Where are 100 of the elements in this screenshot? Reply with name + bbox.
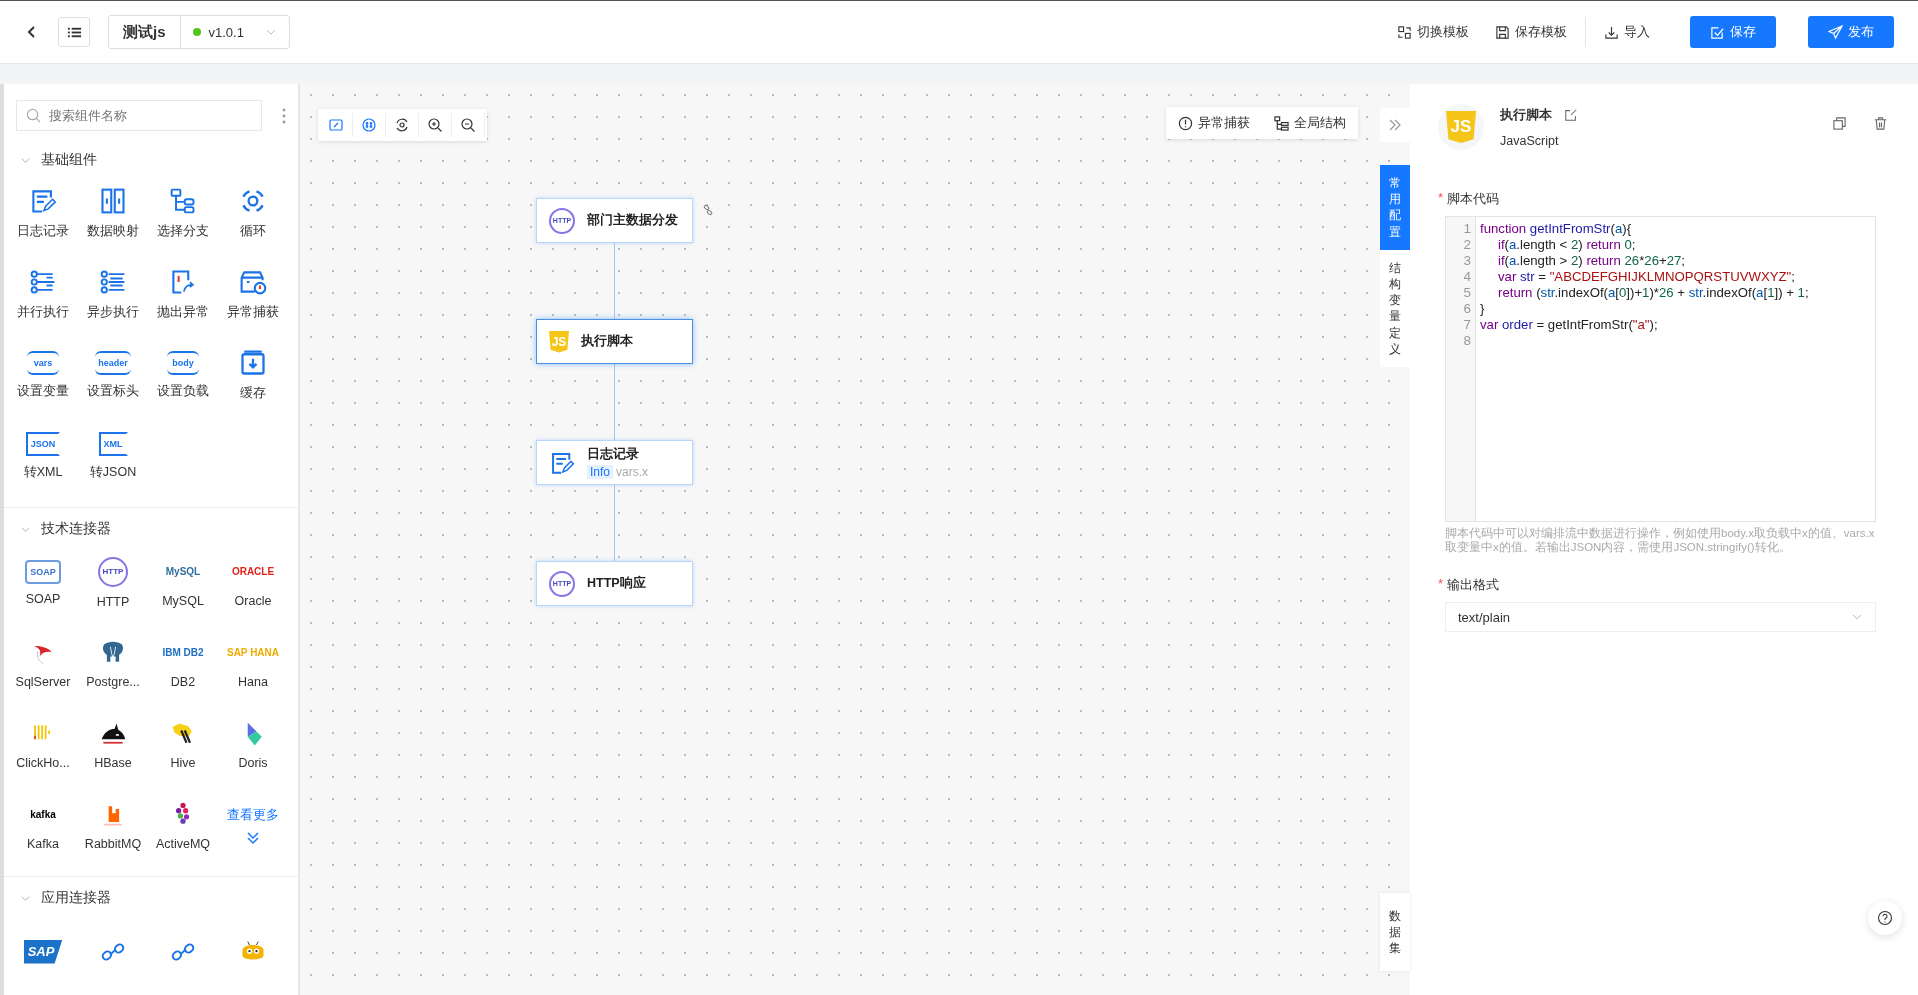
search-icon: [26, 108, 41, 123]
component-label[interactable]: ClickHo...: [16, 755, 70, 770]
logo[interactable]: ORACLE: [231, 557, 275, 586]
branch-icon[interactable]: [169, 187, 197, 215]
panel-title: 执行脚本: [1500, 106, 1552, 124]
js-icon: JS: [549, 330, 569, 353]
floppy-icon: [1495, 24, 1510, 40]
logo[interactable]: kafka: [30, 800, 56, 829]
logo[interactable]: IBM DB2: [162, 638, 204, 667]
more-icon[interactable]: [282, 107, 286, 124]
js-icon: JS: [1446, 111, 1476, 143]
help-icon: [1877, 910, 1893, 926]
code-line: function getIntFromStr(a){: [1480, 221, 1632, 236]
flow-node[interactable]: JS 执行脚本: [536, 319, 693, 364]
component-label[interactable]: 设置变量: [17, 383, 69, 400]
logo[interactable]: SAP: [23, 939, 63, 964]
component-label[interactable]: 设置标头: [87, 383, 139, 400]
component-label[interactable]: MySQL: [162, 593, 204, 608]
flow-node[interactable]: 日志记录 Info vars.x: [536, 440, 693, 485]
search-field[interactable]: 搜索组件名称: [16, 100, 262, 131]
code-editor[interactable]: [1445, 216, 1876, 522]
required-icon: *: [1438, 576, 1444, 594]
line-number: 5: [1463, 285, 1471, 301]
notepad-icon[interactable]: [29, 187, 57, 215]
component-label[interactable]: HBase: [94, 755, 132, 770]
box-icon[interactable]: [239, 268, 267, 296]
component-label[interactable]: 转XML: [23, 464, 63, 481]
alert-icon: [1178, 115, 1193, 131]
code-line: if(a.length < 2) return 0;: [1498, 237, 1636, 253]
component-label[interactable]: ActiveMQ: [155, 836, 211, 851]
toolbar-button[interactable]: 导入: [1596, 16, 1658, 48]
node-title: HTTP响应: [587, 575, 646, 592]
field-label: 输出格式: [1447, 576, 1500, 594]
toolbar-button[interactable]: 全局结构: [1262, 107, 1358, 139]
list-icon[interactable]: [29, 268, 57, 296]
action-button[interactable]: 发布: [1808, 16, 1894, 48]
trash-icon[interactable]: [1873, 116, 1888, 131]
component-label[interactable]: DB2: [170, 674, 196, 689]
code-line: return (str.indexOf(a[0])+1)*26 + str.indexOf(a[1]) + 1;: [1498, 285, 1809, 301]
help-text: 脚本代码中可以对编排流中数据进行操作，例如使用body.x取负载中x的值、vars.x取变量中x的值。若输出JSON内容，需使用JSON.stringify()转化。: [1445, 526, 1876, 554]
component-label[interactable]: SqlServer: [15, 674, 71, 689]
toolbar-button[interactable]: 保存模板: [1487, 16, 1575, 48]
action-button[interactable]: 保存: [1690, 16, 1776, 48]
component-label[interactable]: 循环: [240, 223, 266, 240]
globe-icon[interactable]: HTTP: [98, 556, 128, 587]
more-link[interactable]: 查看更多: [227, 805, 279, 824]
component-label[interactable]: 并行执行: [17, 304, 69, 321]
toolbar-button[interactable]: 异常捕获: [1166, 107, 1262, 139]
component-label[interactable]: 设置负载: [157, 383, 209, 400]
field-label: 脚本代码: [1447, 190, 1500, 208]
menu-button[interactable]: [58, 17, 90, 47]
node-title: 部门主数据分发: [587, 212, 678, 229]
side-tab[interactable]: 常用配置: [1380, 165, 1410, 250]
component-label[interactable]: Kafka: [27, 836, 59, 851]
copy-icon[interactable]: [1832, 116, 1847, 131]
format-select[interactable]: text/plain: [1445, 602, 1876, 632]
component-label[interactable]: Hana: [238, 674, 268, 689]
line-number: 1: [1463, 221, 1471, 237]
component-label[interactable]: 日志记录: [17, 223, 69, 240]
component-label[interactable]: 缓存: [240, 385, 266, 402]
toolbar-button[interactable]: 切换模板: [1389, 16, 1477, 48]
component-label[interactable]: Postgre...: [86, 674, 140, 689]
send-icon: [1828, 24, 1843, 40]
node-detail: vars.x: [616, 465, 649, 479]
component-label[interactable]: 抛出异常: [157, 304, 209, 321]
double-chevron-icon[interactable]: [245, 829, 261, 846]
node-title: 日志记录: [587, 446, 640, 463]
version-select[interactable]: v1.0.1: [180, 17, 289, 47]
component-label[interactable]: Oracle: [234, 593, 272, 608]
component-label[interactable]: 异步执行: [87, 304, 139, 321]
logo[interactable]: MySQL: [165, 557, 201, 586]
section-title: 基础组件: [41, 151, 97, 169]
line-number: 4: [1463, 269, 1471, 285]
convert-icon[interactable]: JSON: [25, 432, 61, 456]
component-label[interactable]: 转JSON: [89, 464, 137, 481]
line-number: 6: [1463, 301, 1471, 317]
component-label[interactable]: 异常捕获: [227, 304, 279, 321]
panel-subtitle: JavaScript: [1500, 134, 1560, 148]
component-label[interactable]: SOAP: [25, 591, 61, 606]
section-title: 技术连接器: [41, 520, 111, 538]
component-label[interactable]: RabbitMQ: [84, 836, 142, 851]
convert-icon[interactable]: XML: [98, 432, 128, 456]
document-icon[interactable]: [169, 268, 197, 296]
component-label[interactable]: HTTP: [96, 594, 130, 609]
line-number: 8: [1463, 333, 1471, 349]
project-title: 测试js: [109, 16, 181, 48]
columns-icon[interactable]: [99, 187, 127, 215]
double-chevron-icon: [1387, 117, 1403, 133]
list-icon[interactable]: [99, 268, 127, 296]
network-icon[interactable]: SOAP: [25, 559, 61, 584]
component-label[interactable]: 选择分支: [157, 223, 209, 240]
component-label[interactable]: Doris: [238, 755, 268, 770]
edit-icon[interactable]: [1564, 108, 1578, 122]
component-label[interactable]: 数据映射: [87, 223, 139, 240]
code-line: var order = getIntFromStr("a");: [1480, 317, 1658, 332]
download-box-icon[interactable]: [239, 349, 267, 377]
required-icon: *: [1438, 190, 1444, 208]
side-tab[interactable]: 数据集: [1380, 893, 1410, 971]
component-label[interactable]: Hive: [170, 755, 196, 770]
link-icon[interactable]: [702, 204, 714, 216]
